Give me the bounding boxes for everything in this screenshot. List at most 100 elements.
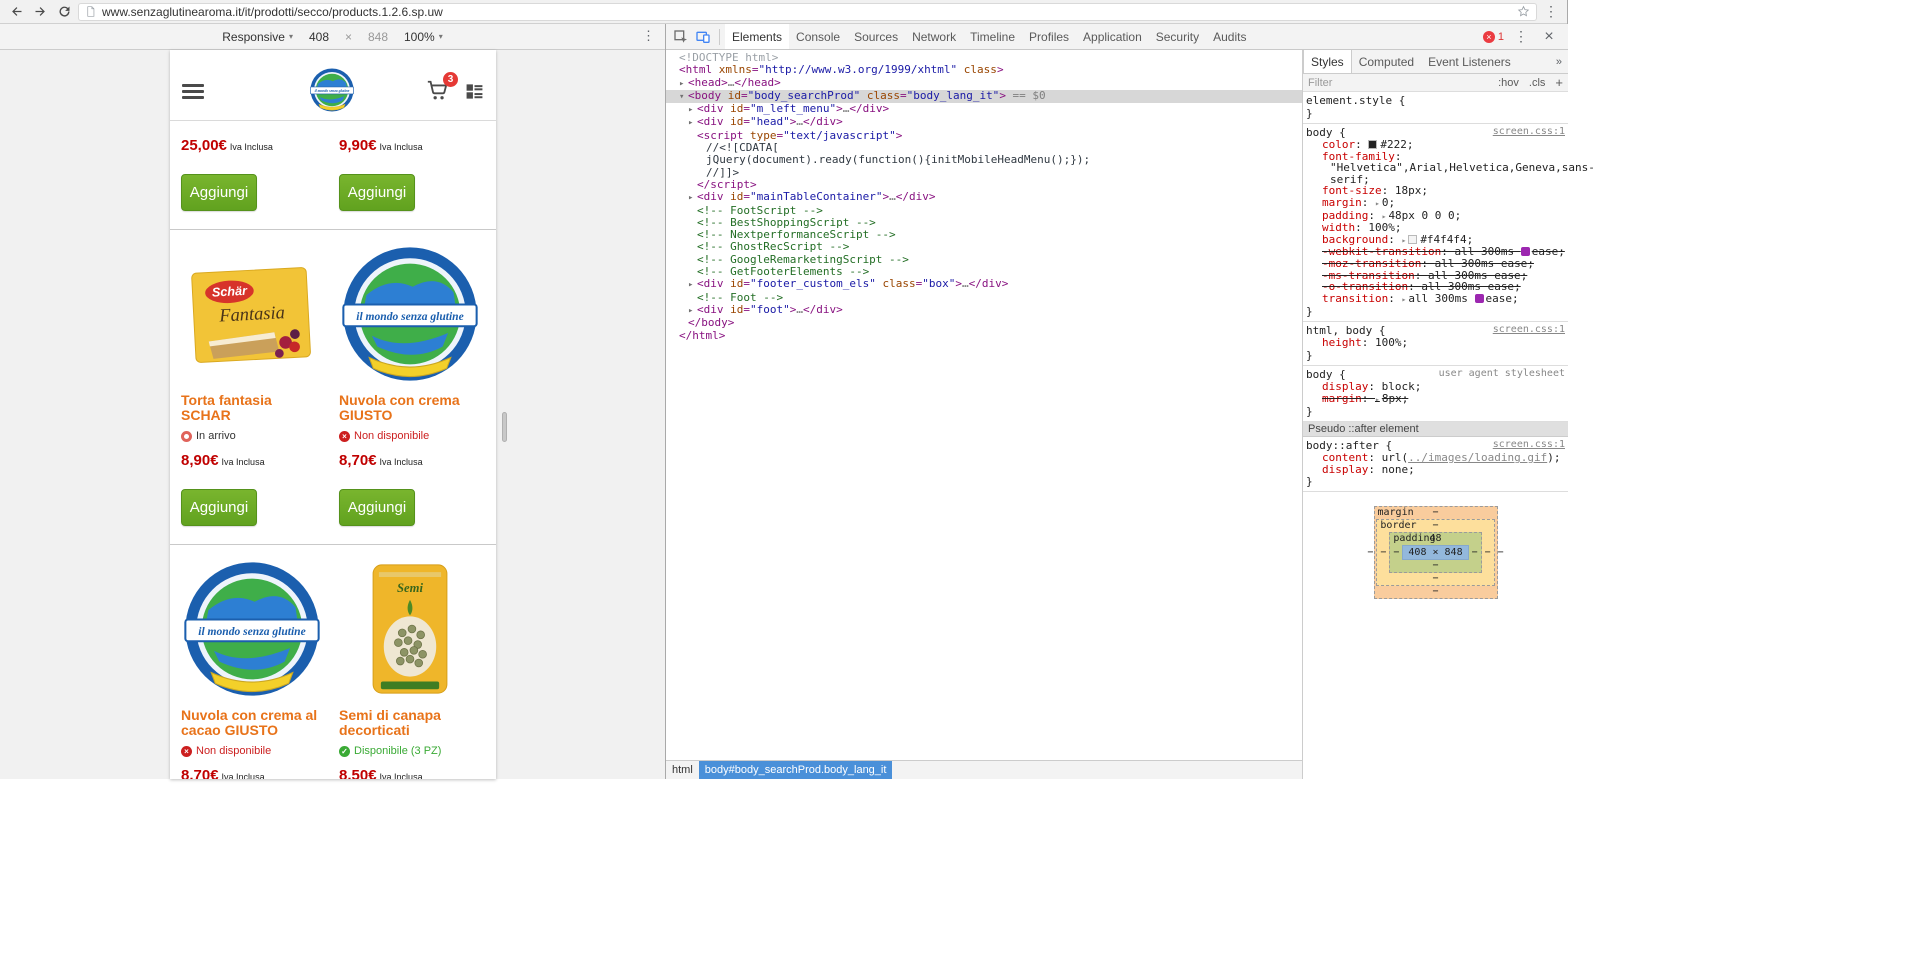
zoom-select[interactable]: 100% ▾: [404, 30, 443, 44]
box-model-border[interactable]: border − − padding 48 − 408 × 848 − − − …: [1376, 519, 1495, 587]
dom-breadcrumbs: html body#body_searchProd.body_lang_it: [666, 760, 1302, 779]
device-toolbar-menu-icon[interactable]: ⋮: [642, 28, 655, 44]
css-rule: body::after {screen.css:1 content: url(..…: [1303, 437, 1568, 493]
dom-tree-node[interactable]: </body>: [666, 317, 1302, 329]
forward-icon[interactable]: [30, 2, 50, 22]
stylesheet-link[interactable]: screen.css:1: [1493, 324, 1565, 337]
viewport-resize-handle[interactable]: [502, 412, 507, 442]
product-card: Semi Semi di canapa decorticati Disponibi…: [339, 551, 481, 779]
styles-filter-input[interactable]: Filter: [1308, 77, 1488, 89]
color-swatch: [1408, 234, 1418, 244]
expand-arrow-icon[interactable]: ▸: [688, 192, 697, 204]
device-mode-icon[interactable]: [692, 26, 714, 48]
site-logo[interactable]: il mondo senza glutine: [310, 68, 356, 114]
elements-tree: <!DOCTYPE html> <html xmlns="http://www.w…: [666, 50, 1302, 760]
css-property[interactable]: margin: ▸ 8px;: [1306, 392, 1565, 406]
add-to-cart-button[interactable]: Aggiungi: [339, 174, 415, 211]
margin-label: margin: [1377, 507, 1414, 519]
css-property[interactable]: transition: ▸ all 300ms ease;: [1306, 292, 1565, 306]
css-property[interactable]: font-family: "Helvetica",Arial,Helvetica…: [1306, 150, 1595, 186]
menu-icon[interactable]: [182, 83, 204, 99]
dom-tree-node[interactable]: ▾ <body id="body_searchProd" class="body_…: [666, 89, 1302, 104]
devtools-tab-audits[interactable]: Audits: [1206, 24, 1253, 49]
product-title[interactable]: Nuvola con crema GIUSTO: [339, 393, 481, 423]
element-class-toggle[interactable]: .cls: [1529, 77, 1546, 89]
tax-label: Iva Inclusa: [221, 772, 265, 779]
box-model-padding[interactable]: padding 48 − 408 × 848 − −: [1389, 532, 1482, 574]
new-style-rule-icon[interactable]: +: [1555, 75, 1563, 90]
styles-rules: element.style {} body {screen.css:1 color:…: [1303, 92, 1595, 493]
expand-arrow-icon[interactable]: ▸: [679, 78, 688, 90]
cart-icon[interactable]: 3: [425, 72, 458, 103]
css-property[interactable]: height: 100%;: [1306, 337, 1565, 349]
product-image-schar-fantasia[interactable]: Schär Fantasia: [181, 244, 323, 384]
refresh-icon[interactable]: [54, 2, 74, 22]
sidebar-overflow-icon[interactable]: »: [1550, 50, 1568, 73]
product-image-giusto-logo[interactable]: il mondo senza glutine: [181, 559, 323, 699]
dom-tree-node[interactable]: ▸ <div id="footer_custom_els" class="box"…: [666, 278, 1302, 291]
devtools-tab-sources[interactable]: Sources: [847, 24, 905, 49]
console-error-badge[interactable]: × 1: [1482, 30, 1504, 43]
expand-arrow-icon[interactable]: ▸: [688, 279, 697, 291]
box-model-margin[interactable]: margin − − border − − padding 48 − 408 ×…: [1367, 506, 1504, 600]
add-to-cart-button[interactable]: Aggiungi: [339, 489, 415, 526]
breadcrumb[interactable]: body#body_searchProd.body_lang_it: [698, 761, 893, 779]
devtools-tab-elements[interactable]: Elements: [725, 24, 790, 49]
expand-arrow-icon[interactable]: ▾: [679, 91, 688, 103]
add-to-cart-button[interactable]: Aggiungi: [181, 489, 257, 526]
error-icon: ×: [1482, 30, 1495, 43]
devtools-menu-icon[interactable]: ⋮: [1510, 26, 1532, 48]
pseudo-state-toggle[interactable]: :hov: [1498, 77, 1519, 89]
product-title[interactable]: Semi di canapa decorticati: [339, 708, 481, 738]
dom-tree-node[interactable]: ▸ <div id="head">…</div>: [666, 116, 1302, 129]
dom-tree-node[interactable]: ▸ <div id="m_left_menu">…</div>: [666, 103, 1302, 116]
devtools-tab-profiles[interactable]: Profiles: [1022, 24, 1076, 49]
devtools-tab-application[interactable]: Application: [1076, 24, 1149, 49]
devtools-close-icon[interactable]: ×: [1538, 26, 1560, 48]
dom-tree-node[interactable]: //]]>: [666, 166, 1302, 179]
emulated-viewport: il mondo senza glutine 3 25,00€ Iva Inclu…: [170, 50, 496, 779]
product-title[interactable]: Torta fantasia SCHAR: [181, 393, 323, 423]
resource-link[interactable]: ../images/loading.gif: [1408, 451, 1547, 464]
address-bar[interactable]: www.senzaglutinearoma.it/it/prodotti/sec…: [78, 2, 1537, 21]
dom-tree-node[interactable]: </html>: [666, 329, 1302, 342]
styles-section-header: Pseudo ::after element: [1303, 422, 1568, 438]
browser-toolbar: www.senzaglutinearoma.it/it/prodotti/sec…: [0, 0, 1567, 24]
url-text[interactable]: www.senzaglutinearoma.it/it/prodotti/sec…: [102, 5, 1511, 19]
sidebar-tab-event-listeners[interactable]: Event Listeners: [1421, 50, 1518, 73]
dom-tree-node[interactable]: ▸ <head>…</head>: [666, 76, 1302, 90]
dom-tree-node[interactable]: ▸ <div id="mainTableContainer">…</div>: [666, 191, 1302, 204]
product-price: 9,90€ Iva Inclusa: [339, 137, 481, 155]
css-selector[interactable]: element.style: [1306, 94, 1392, 107]
back-icon[interactable]: [6, 2, 26, 22]
viewport-height-input[interactable]: 848: [366, 30, 390, 44]
breadcrumb[interactable]: html: [666, 761, 699, 779]
dom-tree-node[interactable]: jQuery(document).ready(function(){initMo…: [666, 154, 1302, 166]
devtools-tab-timeline[interactable]: Timeline: [963, 24, 1022, 49]
expand-arrow-icon[interactable]: ▸: [688, 117, 697, 129]
view-toggle-icon[interactable]: [465, 82, 484, 101]
product-image-giusto-logo[interactable]: il mondo senza glutine: [339, 244, 481, 384]
device-type-select[interactable]: Responsive ▾: [222, 30, 293, 44]
add-to-cart-button[interactable]: Aggiungi: [181, 174, 257, 211]
bookmark-star-icon[interactable]: [1517, 5, 1530, 18]
css-property[interactable]: display: none;: [1306, 463, 1565, 476]
styles-filter-bar: Filter :hov .cls +: [1303, 74, 1568, 92]
dom-tree-node[interactable]: ▸ <div id="foot">…</div>: [666, 303, 1302, 317]
box-model-content[interactable]: 408 × 848: [1402, 545, 1469, 561]
sidebar-tab-styles[interactable]: Styles: [1303, 50, 1352, 73]
expand-arrow-icon[interactable]: ▸: [688, 104, 697, 116]
devtools-toolbar: Elements Console Sources Network Timeline Pro…: [666, 24, 1568, 50]
expand-arrow-icon: ▸: [1401, 294, 1407, 304]
devtools-tab-console[interactable]: Console: [789, 24, 847, 49]
inspect-element-icon[interactable]: [670, 26, 692, 48]
product-image-hemp-seeds[interactable]: Semi: [339, 559, 481, 699]
browser-menu-icon[interactable]: ⋮: [1541, 3, 1561, 20]
sidebar-tab-computed[interactable]: Computed: [1352, 50, 1421, 73]
product-title[interactable]: Nuvola con crema al cacao GIUSTO: [181, 708, 323, 738]
css-rule: body {screen.css:1 color: #222; font-famil…: [1303, 124, 1595, 323]
viewport-width-input[interactable]: 408: [307, 30, 331, 44]
devtools-tab-network[interactable]: Network: [905, 24, 963, 49]
stylesheet-link[interactable]: screen.css:1: [1493, 126, 1565, 139]
devtools-tab-security[interactable]: Security: [1149, 24, 1206, 49]
